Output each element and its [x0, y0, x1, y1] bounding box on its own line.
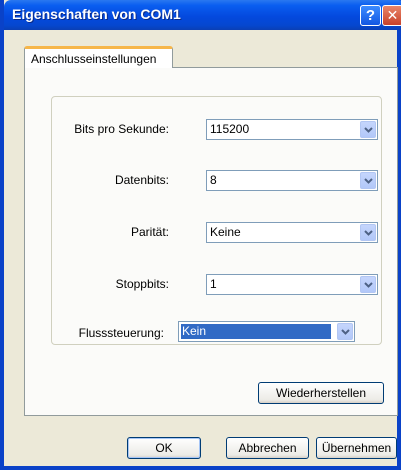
- chevron-down-icon[interactable]: [337, 323, 353, 340]
- help-button[interactable]: ?: [360, 5, 381, 26]
- bits-per-second-label: Bits pro Sekunde:: [74, 122, 169, 136]
- flow-control-select[interactable]: Kein: [178, 321, 355, 342]
- help-icon: ?: [365, 7, 376, 24]
- ok-button[interactable]: OK: [127, 437, 201, 459]
- data-bits-select[interactable]: 8: [206, 170, 378, 191]
- apply-button[interactable]: Übernehmen: [316, 437, 397, 459]
- parity-value: Keine: [210, 225, 241, 239]
- properties-dialog: Eigenschaften von COM1 ? ✕ Anschlusseins…: [0, 0, 401, 470]
- window-title: Eigenschaften von COM1: [12, 6, 181, 22]
- parity-label: Parität:: [130, 225, 169, 239]
- chevron-down-icon[interactable]: [360, 224, 376, 241]
- tab-panel: Bits pro Sekunde: 115200 Datenbits: 8 Pa…: [24, 67, 398, 416]
- flow-control-label: Flusssteuerung:: [78, 326, 164, 340]
- data-bits-label: Datenbits:: [114, 173, 169, 187]
- stop-bits-label: Stoppbits:: [115, 277, 169, 291]
- parity-select[interactable]: Keine: [206, 222, 378, 243]
- data-bits-value: 8: [210, 173, 217, 187]
- close-button[interactable]: ✕: [382, 5, 401, 26]
- chevron-down-icon[interactable]: [360, 276, 376, 293]
- settings-group: Bits pro Sekunde: 115200 Datenbits: 8 Pa…: [51, 96, 382, 345]
- flow-control-value: Kein: [181, 324, 331, 339]
- bits-per-second-select[interactable]: 115200: [206, 119, 378, 140]
- close-icon: ✕: [386, 7, 399, 24]
- tab-anschlusseinstellungen[interactable]: Anschlusseinstellungen: [24, 46, 173, 68]
- chevron-down-icon[interactable]: [360, 121, 376, 138]
- stop-bits-value: 1: [210, 277, 217, 291]
- restore-defaults-button[interactable]: Wiederherstellen: [258, 382, 384, 404]
- title-bar[interactable]: Eigenschaften von COM1 ? ✕: [4, 0, 401, 30]
- bits-per-second-value: 115200: [210, 122, 250, 136]
- stop-bits-select[interactable]: 1: [206, 274, 378, 295]
- cancel-button[interactable]: Abbrechen: [226, 437, 309, 459]
- chevron-down-icon[interactable]: [360, 172, 376, 189]
